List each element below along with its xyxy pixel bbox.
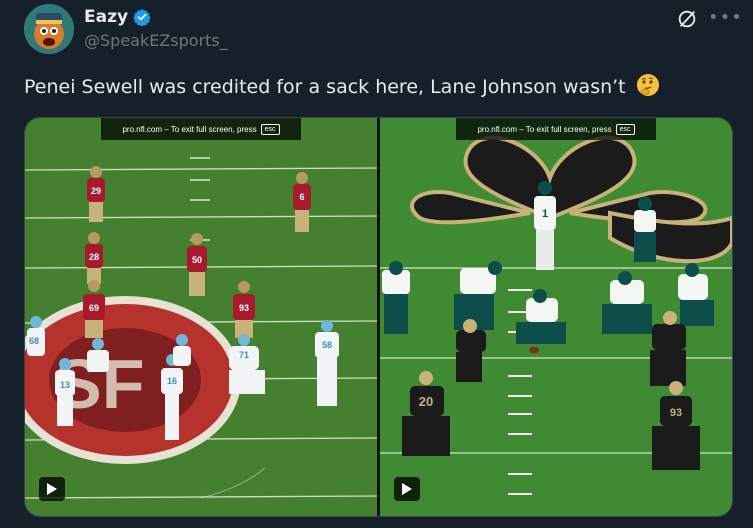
tweet-text: Penei Sewell was credited for a sack her… xyxy=(24,76,626,98)
left-field-image: SF 29 6 28 50 93 69 68 13 16 71 58 xyxy=(25,118,377,516)
avatar[interactable] xyxy=(24,4,74,54)
jersey-1: 1 xyxy=(542,208,548,220)
jersey-16: 16 xyxy=(167,376,177,386)
thinking-face-icon xyxy=(636,74,659,96)
right-fullscreen-notice: pro.nfl.com – To exit full screen, press… xyxy=(456,118,656,140)
left-play-button[interactable] xyxy=(39,477,65,501)
jersey-20: 20 xyxy=(419,394,433,409)
left-fullscreen-notice: pro.nfl.com – To exit full screen, press… xyxy=(101,118,301,140)
jersey-68: 68 xyxy=(29,336,39,346)
grok-icon[interactable] xyxy=(676,8,698,30)
play-icon xyxy=(47,483,57,495)
jersey-69: 69 xyxy=(89,303,99,313)
display-name[interactable]: Eazy xyxy=(84,7,128,27)
jersey-58: 58 xyxy=(322,340,332,350)
display-name-row[interactable]: Eazy xyxy=(84,7,151,27)
left-esc-key: esc xyxy=(260,123,280,135)
right-esc-key: esc xyxy=(615,123,635,135)
right-video-panel[interactable]: 1 20 93 pro.nfl.com – To exit full scree… xyxy=(380,118,732,516)
jersey-13: 13 xyxy=(60,380,70,390)
jersey-93: 93 xyxy=(239,303,249,313)
right-field-image: 1 20 93 xyxy=(380,118,732,516)
verified-badge-icon xyxy=(133,9,151,26)
right-play-button[interactable] xyxy=(394,477,420,501)
right-notice-text: pro.nfl.com – To exit full screen, press xyxy=(477,124,612,134)
jersey-6: 6 xyxy=(299,192,304,202)
jersey-50: 50 xyxy=(192,255,202,265)
avatar-image xyxy=(24,4,74,54)
jersey-71: 71 xyxy=(239,350,249,360)
tweet-text-row: Penei Sewell was credited for a sack her… xyxy=(24,73,660,98)
media-container[interactable]: SF 29 6 28 50 93 69 68 13 16 71 58 pro.n… xyxy=(24,117,733,517)
jersey-93-saints: 93 xyxy=(670,407,682,419)
jersey-29: 29 xyxy=(91,186,101,196)
user-handle[interactable]: @SpeakEZsports_ xyxy=(84,31,228,50)
play-icon xyxy=(402,483,412,495)
left-notice-text: pro.nfl.com – To exit full screen, press xyxy=(122,124,257,134)
jersey-28: 28 xyxy=(89,252,99,262)
more-options-icon[interactable]: ••• xyxy=(708,7,742,28)
left-video-panel[interactable]: SF 29 6 28 50 93 69 68 13 16 71 58 pro.n… xyxy=(25,118,377,516)
